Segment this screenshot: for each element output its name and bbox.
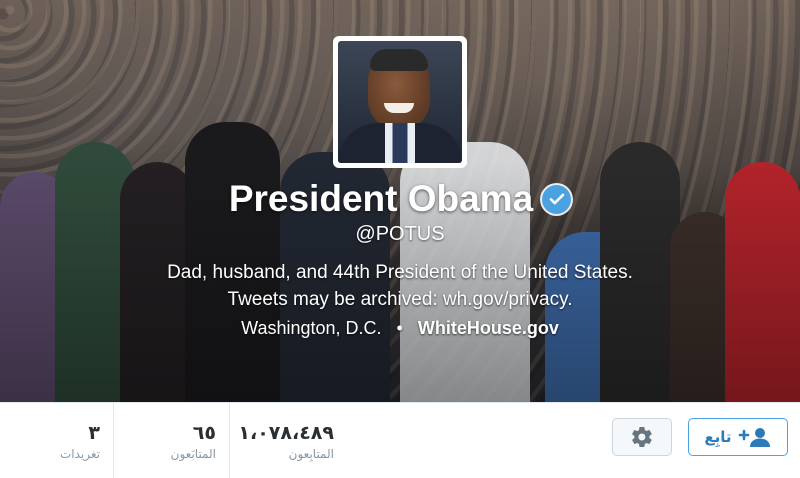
gear-icon: [632, 426, 652, 448]
stat-following-label: المتابَعون: [170, 447, 216, 461]
follow-button-label: تابِع: [704, 429, 732, 446]
stat-followers-value: ١،٠٧٨،٤٨٩: [238, 423, 334, 444]
verified-badge-icon: [542, 184, 572, 214]
profile-name-row: President Obama: [0, 178, 800, 220]
stat-divider: [113, 403, 114, 478]
stat-followers[interactable]: ١،٠٧٨،٤٨٩ المتابِعون: [234, 403, 334, 478]
avatar-hair: [370, 49, 428, 71]
stat-tweets[interactable]: ٣ تغريدات: [20, 403, 100, 478]
profile-meta: Washington, D.C. • WhiteHouse.gov: [0, 318, 800, 339]
profile-website-link[interactable]: WhiteHouse.gov: [418, 318, 559, 338]
profile-nav-bar: ٣ تغريدات ٦٥ المتابَعون ١،٠٧٨،٤٨٩ المتاب…: [0, 402, 800, 478]
follow-button[interactable]: تابِع: [688, 418, 788, 456]
stat-followers-label: المتابِعون: [288, 447, 334, 461]
profile-location: Washington, D.C.: [241, 318, 382, 338]
add-user-icon: [738, 426, 772, 448]
profile-avatar[interactable]: [333, 36, 467, 168]
avatar-photo: [338, 41, 462, 163]
profile-bio: Dad, husband, and 44th President of the …: [167, 262, 633, 310]
stat-tweets-value: ٣: [88, 423, 100, 444]
stat-divider: [229, 403, 230, 478]
meta-separator: •: [396, 318, 403, 338]
profile-handle[interactable]: @POTUS: [0, 223, 800, 246]
profile-name: President Obama: [228, 178, 534, 219]
stat-following-value: ٦٥: [192, 423, 216, 444]
settings-button[interactable]: [612, 418, 672, 456]
stat-tweets-label: تغريدات: [59, 447, 100, 461]
stat-following[interactable]: ٦٥ المتابَعون: [130, 403, 216, 478]
avatar-suit: [338, 123, 462, 163]
